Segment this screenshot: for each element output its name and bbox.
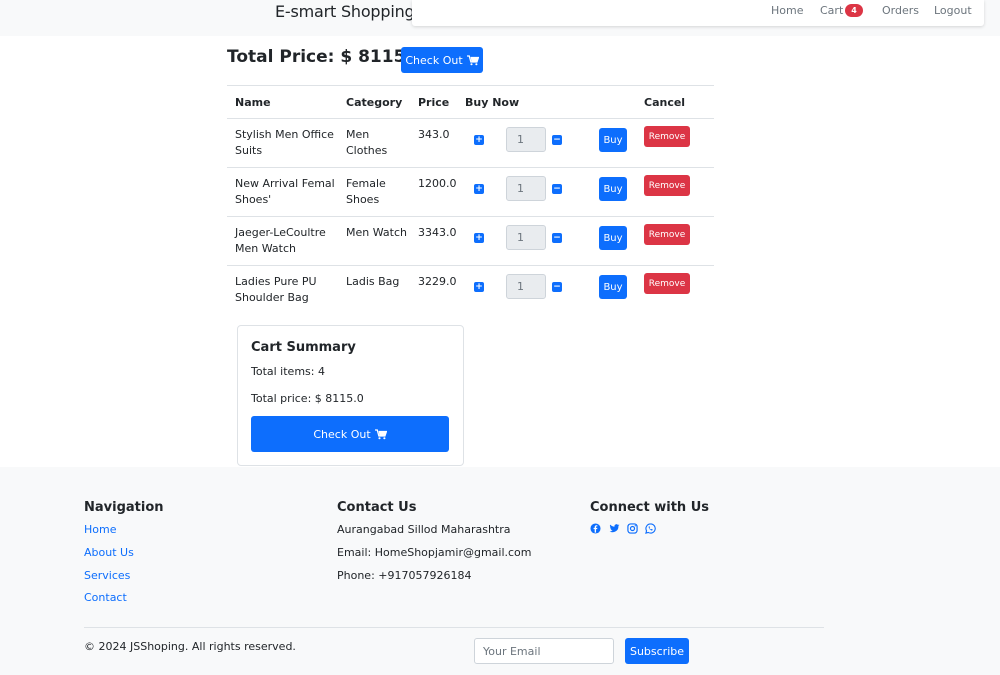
remove-button[interactable]: Remove — [644, 175, 690, 196]
twitter-icon[interactable] — [609, 523, 620, 534]
footer-link-services[interactable]: Services — [84, 569, 130, 582]
quantity-input[interactable] — [506, 127, 546, 152]
contact-address: Aurangabad Sillod Maharashtra — [337, 523, 511, 536]
nav-orders-link[interactable]: Orders — [882, 4, 919, 17]
instagram-icon[interactable] — [627, 523, 638, 534]
nav-home-link[interactable]: Home — [771, 4, 803, 17]
cart-summary-title: Cart Summary — [251, 340, 356, 355]
footer-connect-heading: Connect with Us — [590, 500, 709, 515]
total-items-text: Total items: 4 — [251, 365, 325, 378]
product-name: Ladies Pure PU Shoulder Bag — [235, 274, 317, 306]
col-buy-now-header: Buy Now — [465, 96, 520, 109]
product-category: Men Watch — [346, 225, 407, 241]
copyright-text: © 2024 JSShoping. All rights reserved. — [84, 640, 296, 653]
table-row: Stylish Men Office Suits Men Clothes 343.0… — [227, 119, 714, 168]
buy-button[interactable]: Buy — [599, 226, 627, 250]
product-category-line: Men Watch — [346, 226, 407, 239]
contact-phone: Phone: +917057926184 — [337, 569, 472, 582]
product-name-line: Jaeger-LeCoultre — [235, 226, 326, 239]
minus-icon[interactable]: − — [552, 135, 562, 145]
nav-logout-link[interactable]: Logout — [934, 4, 972, 17]
plus-icon[interactable]: + — [474, 135, 484, 145]
table-row: New Arrival Femal Shoes' Female Shoes 1200… — [227, 168, 714, 217]
minus-icon[interactable]: − — [552, 233, 562, 243]
footer-link-contact[interactable]: Contact — [84, 591, 127, 604]
product-name-line: Suits — [235, 144, 263, 157]
subscribe-email-input[interactable] — [474, 638, 614, 664]
minus-icon[interactable]: − — [552, 282, 562, 292]
quantity-input[interactable] — [506, 225, 546, 250]
plus-icon[interactable]: + — [474, 233, 484, 243]
checkout-button-top[interactable]: Check Out — [401, 47, 483, 73]
product-name-line: Shoes' — [235, 193, 272, 206]
total-price-heading: Total Price: $ 8115.0 — [227, 47, 424, 67]
shopping-cart-icon — [374, 428, 387, 439]
product-category: Ladis Bag — [346, 274, 399, 290]
minus-icon[interactable]: − — [552, 184, 562, 194]
remove-button[interactable]: Remove — [644, 224, 690, 245]
product-name-line: Shoulder Bag — [235, 291, 309, 304]
cart-summary-card: Cart Summary Total items: 4 Total price:… — [237, 325, 464, 466]
product-name: Stylish Men Office Suits — [235, 127, 334, 159]
contact-email: Email: HomeShopjamir@gmail.com — [337, 546, 532, 559]
footer-divider — [84, 627, 824, 628]
quantity-input[interactable] — [506, 274, 546, 299]
cart-count-badge: 4 — [845, 4, 863, 17]
top-navbar: E-smart Shopping Home Cart 4 Orders Logou… — [0, 0, 1000, 36]
footer-link-home[interactable]: Home — [84, 523, 116, 536]
footer-contact-heading: Contact Us — [337, 500, 417, 515]
product-name-line: Stylish Men Office — [235, 128, 334, 141]
product-name-line: Ladies Pure PU — [235, 275, 317, 288]
brand-title[interactable]: E-smart Shopping — [275, 2, 415, 21]
remove-button[interactable]: Remove — [644, 273, 690, 294]
shopping-cart-icon — [466, 54, 479, 65]
table-header: Name Category Price Buy Now Cancel — [227, 85, 714, 119]
product-price: 1200.0 — [418, 177, 457, 190]
product-category-line: Clothes — [346, 144, 388, 157]
product-name-line: New Arrival Femal — [235, 177, 335, 190]
product-price: 343.0 — [418, 128, 450, 141]
plus-icon[interactable]: + — [474, 184, 484, 194]
footer-link-about[interactable]: About Us — [84, 546, 134, 559]
product-name: New Arrival Femal Shoes' — [235, 176, 335, 208]
col-price-header: Price — [418, 96, 450, 109]
table-row: Ladies Pure PU Shoulder Bag Ladis Bag 322… — [227, 266, 714, 315]
product-category-line: Female — [346, 177, 386, 190]
nav-cart-label: Cart — [820, 4, 844, 17]
buy-button[interactable]: Buy — [599, 275, 627, 299]
product-category-line: Men — [346, 128, 370, 141]
product-price: 3343.0 — [418, 226, 457, 239]
product-category: Men Clothes — [346, 127, 387, 159]
col-name-header: Name — [235, 96, 271, 109]
footer-navigation-heading: Navigation — [84, 500, 164, 515]
subscribe-button[interactable]: Subscribe — [625, 638, 689, 664]
col-category-header: Category — [346, 96, 403, 109]
product-category-line: Ladis Bag — [346, 275, 400, 288]
plus-icon[interactable]: + — [474, 282, 484, 292]
product-price: 3229.0 — [418, 275, 457, 288]
table-row: Jaeger-LeCoultre Men Watch Men Watch 3343… — [227, 217, 714, 266]
remove-button[interactable]: Remove — [644, 126, 690, 147]
product-category-line: Shoes — [346, 193, 380, 206]
product-name: Jaeger-LeCoultre Men Watch — [235, 225, 326, 257]
quantity-input[interactable] — [506, 176, 546, 201]
facebook-icon[interactable] — [590, 523, 601, 534]
product-category: Female Shoes — [346, 176, 386, 208]
checkout-label: Check Out — [313, 427, 371, 441]
nav-cart-link[interactable]: Cart 4 — [820, 4, 863, 17]
product-name-line: Men Watch — [235, 242, 296, 255]
checkout-button-summary[interactable]: Check Out — [251, 416, 449, 452]
col-cancel-header: Cancel — [644, 96, 686, 109]
checkout-label: Check Out — [405, 53, 463, 67]
buy-button[interactable]: Buy — [599, 128, 627, 152]
whatsapp-icon[interactable] — [645, 523, 656, 534]
total-price-text: Total price: $ 8115.0 — [251, 392, 364, 405]
nav-links-bar: Home Cart 4 Orders Logout — [412, 0, 984, 26]
buy-button[interactable]: Buy — [599, 177, 627, 201]
